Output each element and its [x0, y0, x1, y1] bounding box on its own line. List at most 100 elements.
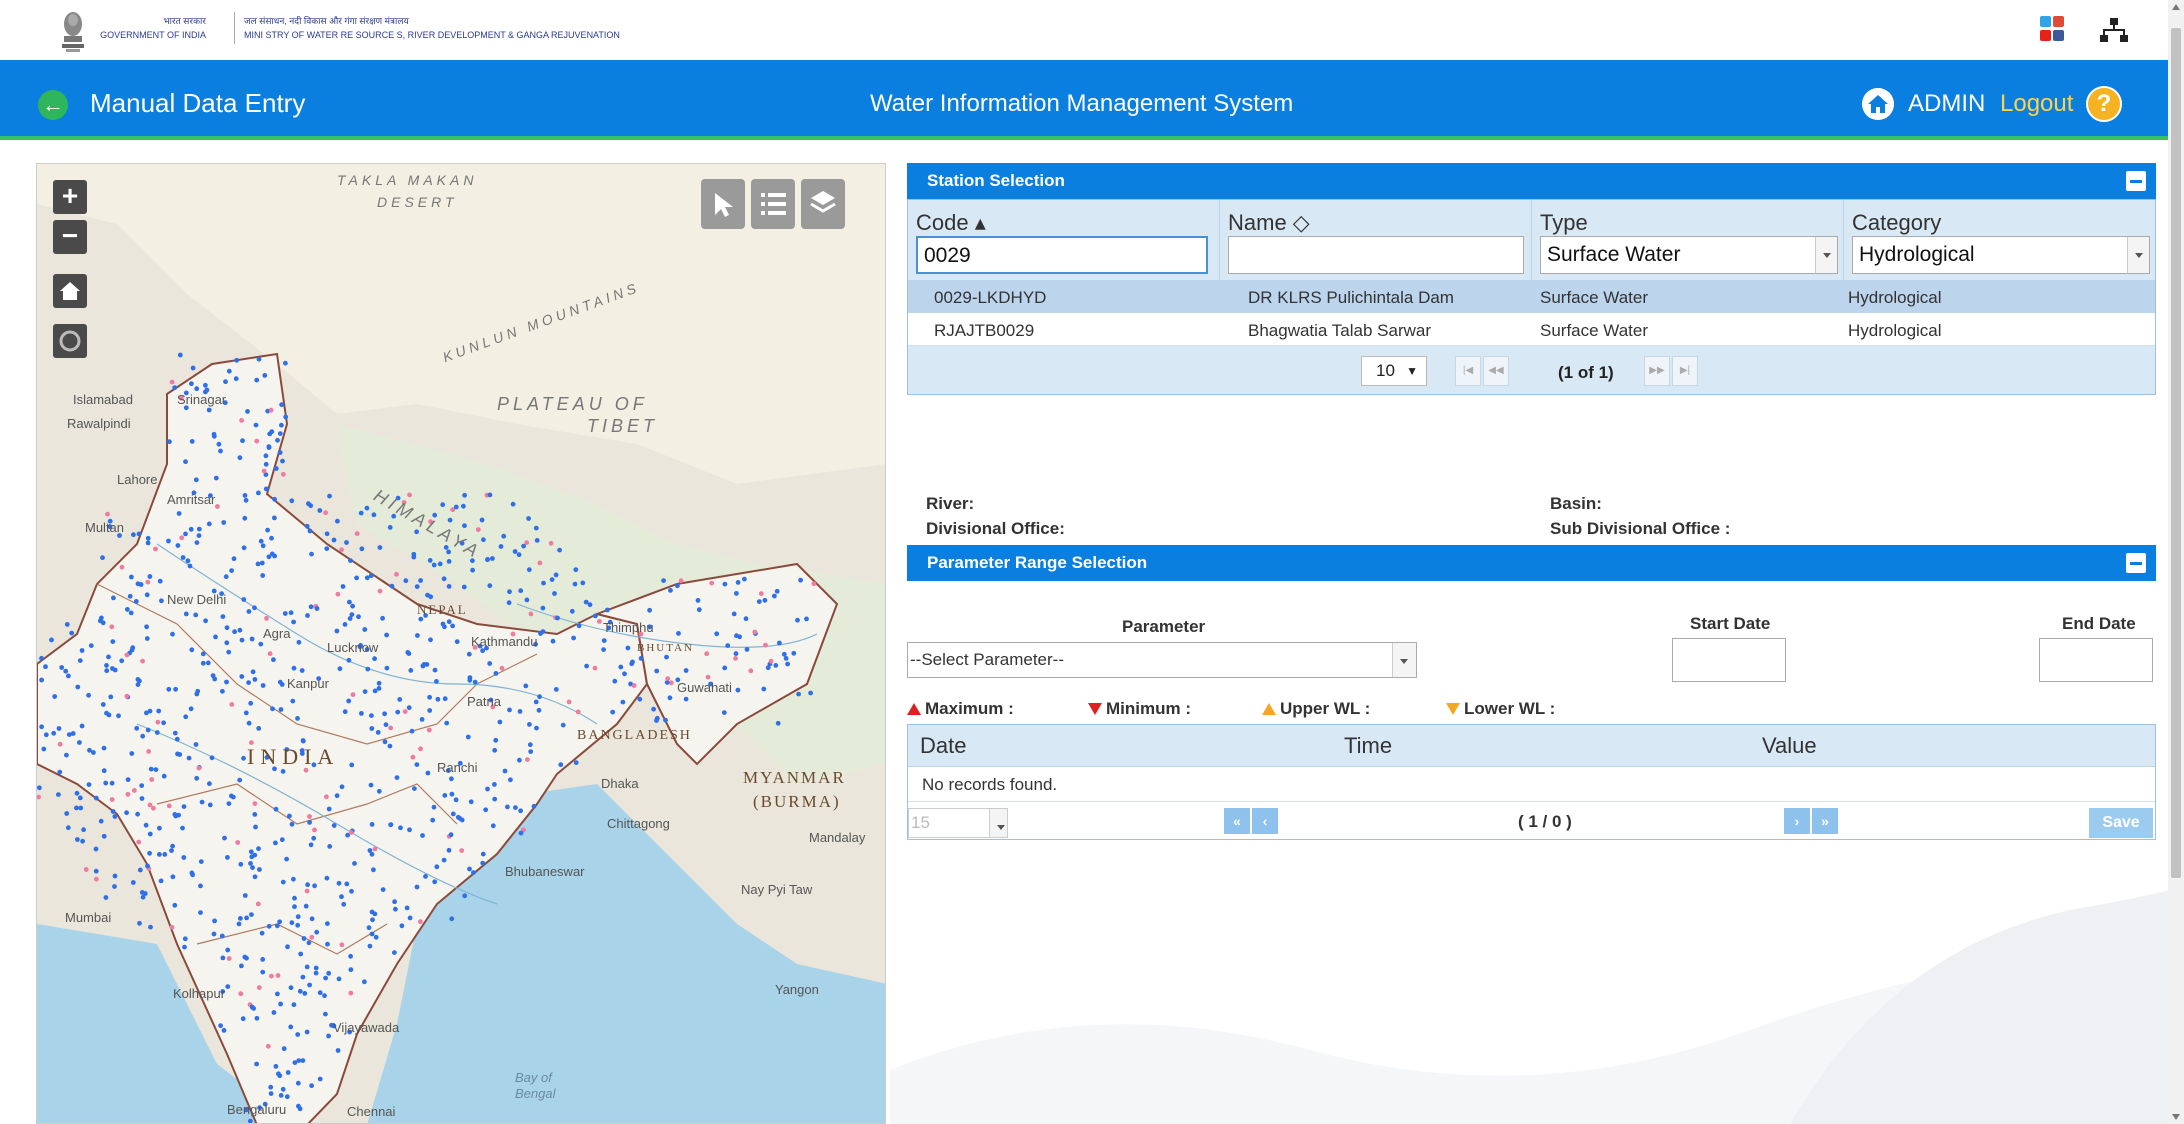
station-marker[interactable] [206, 407, 212, 413]
station-marker[interactable] [278, 1093, 284, 1098]
station-marker[interactable] [629, 661, 635, 667]
station-marker[interactable] [133, 599, 139, 604]
station-marker[interactable] [175, 543, 181, 548]
station-marker[interactable] [432, 667, 438, 673]
station-marker[interactable] [273, 806, 279, 812]
station-marker[interactable] [284, 856, 289, 862]
station-marker[interactable] [209, 755, 215, 761]
station-marker[interactable] [354, 531, 360, 536]
station-marker[interactable] [348, 558, 353, 563]
station-marker[interactable] [225, 947, 231, 953]
station-marker[interactable] [667, 695, 673, 701]
station-marker[interactable] [101, 833, 107, 839]
station-marker[interactable] [324, 546, 330, 551]
station-marker[interactable] [259, 930, 265, 936]
station-marker[interactable] [79, 723, 85, 729]
station-marker[interactable] [196, 765, 202, 771]
station-marker[interactable] [442, 793, 448, 798]
station-marker[interactable] [279, 837, 285, 843]
station-marker[interactable] [781, 651, 787, 657]
station-marker[interactable] [428, 594, 434, 600]
station-marker[interactable] [51, 730, 57, 736]
station-marker[interactable] [265, 1043, 271, 1049]
station-marker[interactable] [185, 558, 191, 564]
station-marker[interactable] [571, 635, 576, 641]
station-marker[interactable] [575, 709, 581, 715]
station-marker[interactable] [269, 429, 275, 435]
station-marker[interactable] [587, 602, 593, 608]
station-marker[interactable] [765, 665, 771, 671]
station-marker[interactable] [87, 747, 92, 753]
station-marker[interactable] [437, 561, 443, 567]
station-marker[interactable] [100, 555, 105, 561]
station-marker[interactable] [566, 699, 572, 705]
station-marker[interactable] [59, 665, 65, 670]
station-marker[interactable] [453, 504, 459, 510]
station-marker[interactable] [502, 768, 508, 774]
station-marker[interactable] [80, 838, 85, 844]
station-marker[interactable] [487, 583, 493, 589]
station-marker[interactable] [218, 448, 223, 454]
station-marker[interactable] [314, 929, 320, 935]
station-marker[interactable] [268, 1091, 274, 1096]
station-marker[interactable] [446, 847, 452, 853]
station-marker[interactable] [226, 368, 232, 374]
station-marker[interactable] [459, 848, 465, 853]
station-marker[interactable] [130, 880, 136, 885]
station-marker[interactable] [274, 923, 280, 929]
station-marker[interactable] [220, 688, 225, 694]
station-marker[interactable] [229, 568, 235, 573]
station-marker[interactable] [157, 852, 162, 857]
station-marker[interactable] [224, 640, 230, 646]
station-marker[interactable] [242, 954, 248, 960]
station-markers[interactable] [37, 164, 886, 1124]
station-marker[interactable] [743, 616, 749, 622]
station-marker[interactable] [193, 742, 199, 747]
last-page-icon[interactable]: ▶| [1672, 356, 1698, 386]
station-marker[interactable] [233, 376, 239, 382]
station-marker[interactable] [298, 951, 304, 957]
station-marker[interactable] [346, 698, 352, 704]
station-marker[interactable] [93, 868, 99, 874]
station-marker[interactable] [317, 508, 323, 513]
station-marker[interactable] [442, 696, 448, 702]
station-marker[interactable] [305, 613, 310, 618]
station-marker[interactable] [487, 492, 493, 498]
station-marker[interactable] [467, 677, 473, 683]
station-marker[interactable] [721, 710, 727, 715]
station-marker[interactable] [203, 382, 208, 388]
station-marker[interactable] [442, 624, 447, 630]
station-marker[interactable] [480, 648, 485, 654]
station-marker[interactable] [289, 498, 295, 504]
station-marker[interactable] [560, 722, 566, 728]
station-marker[interactable] [537, 560, 543, 566]
station-marker[interactable] [258, 641, 264, 647]
station-marker[interactable] [382, 739, 388, 745]
station-marker[interactable] [224, 679, 229, 685]
station-marker[interactable] [98, 818, 104, 824]
station-marker[interactable] [166, 686, 172, 692]
station-marker[interactable] [285, 944, 290, 950]
station-marker[interactable] [304, 964, 310, 970]
home-extent-icon[interactable] [53, 274, 87, 308]
station-marker[interactable] [101, 768, 107, 774]
station-marker[interactable] [145, 863, 150, 869]
station-marker[interactable] [254, 377, 260, 383]
station-marker[interactable] [277, 919, 282, 925]
station-marker[interactable] [472, 679, 478, 685]
station-marker[interactable] [221, 520, 227, 525]
station-marker[interactable] [253, 824, 258, 830]
station-marker[interactable] [196, 526, 202, 532]
station-marker[interactable] [499, 665, 505, 671]
station-marker[interactable] [261, 468, 267, 474]
station-marker[interactable] [441, 576, 447, 582]
station-marker[interactable] [462, 893, 468, 899]
station-marker[interactable] [272, 515, 277, 521]
station-marker[interactable] [256, 356, 262, 362]
station-marker[interactable] [526, 516, 531, 521]
station-marker[interactable] [475, 527, 481, 532]
station-marker[interactable] [257, 867, 262, 872]
station-marker[interactable] [240, 438, 245, 444]
station-marker[interactable] [170, 874, 176, 880]
station-marker[interactable] [479, 517, 485, 523]
